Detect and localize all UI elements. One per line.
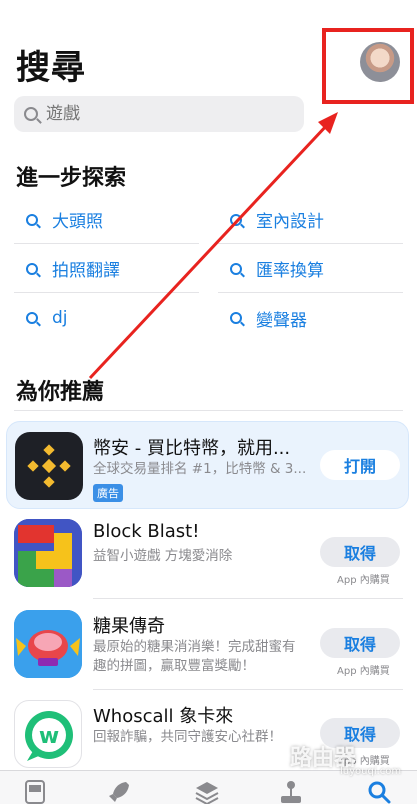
app-name: Block Blast! [93,521,200,542]
svg-text:w: w [39,724,59,749]
discover-item-label: 變聲器 [256,310,307,331]
today-icon[interactable] [22,779,48,804]
discover-item[interactable]: 變聲器 [218,294,403,342]
app-subtitle: 益智小遊戲 方塊愛消除 [93,548,233,564]
search-input[interactable] [46,104,266,124]
in-app-purchase-label: App 內購買 [337,666,390,677]
app-row[interactable]: Block Blast! 益智小遊戲 方塊愛消除 取得 App 內購買 [0,509,417,597]
recommend-title: 為你推薦 [16,380,105,405]
search-bar[interactable] [14,96,304,132]
search-icon [26,213,38,226]
discover-item[interactable]: dj [14,294,199,342]
apps-stack-icon[interactable] [194,779,220,804]
app-subtitle: 最原始的糖果消消樂！完成甜蜜有趣的拼圖，贏取豐富獎勵！ [93,639,296,674]
app-subtitle: 回報詐騙，共同守護安心社群！ [93,729,282,745]
page-title: 搜尋 [16,48,86,88]
discover-item[interactable]: 拍照翻譯 [14,245,199,293]
search-icon [24,107,38,121]
candy-crush-icon [14,610,82,678]
ad-badge: 廣告 [93,484,123,502]
in-app-purchase-label: App 內購買 [337,575,390,586]
discover-item-label: 大頭照 [52,212,103,232]
discover-item[interactable]: 大頭照 [14,196,199,244]
watermark-sub: luyouqi.com [340,766,402,777]
arcade-joystick-icon[interactable] [278,779,304,804]
discover-title: 進一步探索 [16,166,127,191]
search-icon [26,312,38,324]
block-blast-icon [14,519,82,587]
discover-item[interactable]: 匯率換算 [218,245,403,293]
app-subtitle: 全球交易量排名 #1，比特幣 & 3... [93,461,307,477]
search-icon [26,262,38,275]
search-icon [230,312,242,324]
app-row-ad[interactable]: 幣安 - 買比特幣，就用... 全球交易量排名 #1，比特幣 & 3... 廣告… [6,421,409,509]
annotation-highlight-box [322,28,414,104]
app-name: Whoscall 象卡來 [93,706,234,727]
search-tab-icon[interactable] [366,779,392,804]
discover-item-label: 匯率換算 [256,261,324,281]
app-name: 幣安 - 買比特幣，就用... [93,438,291,459]
discover-item-label: dj [52,308,68,328]
open-button[interactable]: 打開 [320,450,400,480]
row-divider [93,598,403,599]
section-divider [14,410,403,411]
whoscall-icon: w [14,700,82,768]
get-button[interactable]: 取得 [320,537,400,567]
discover-item[interactable]: 室內設計 [218,196,403,244]
discover-item-label: 拍照翻譯 [52,261,120,281]
app-name: 糖果傳奇 [93,616,165,637]
games-rocket-icon[interactable] [106,779,132,804]
binance-icon [15,432,83,500]
get-button[interactable]: 取得 [320,628,400,658]
search-icon [230,213,242,226]
search-icon [230,262,242,275]
discover-item-label: 室內設計 [256,212,324,232]
app-row[interactable]: 糖果傳奇 最原始的糖果消消樂！完成甜蜜有趣的拼圖，贏取豐富獎勵！ 取得 App … [0,600,417,688]
